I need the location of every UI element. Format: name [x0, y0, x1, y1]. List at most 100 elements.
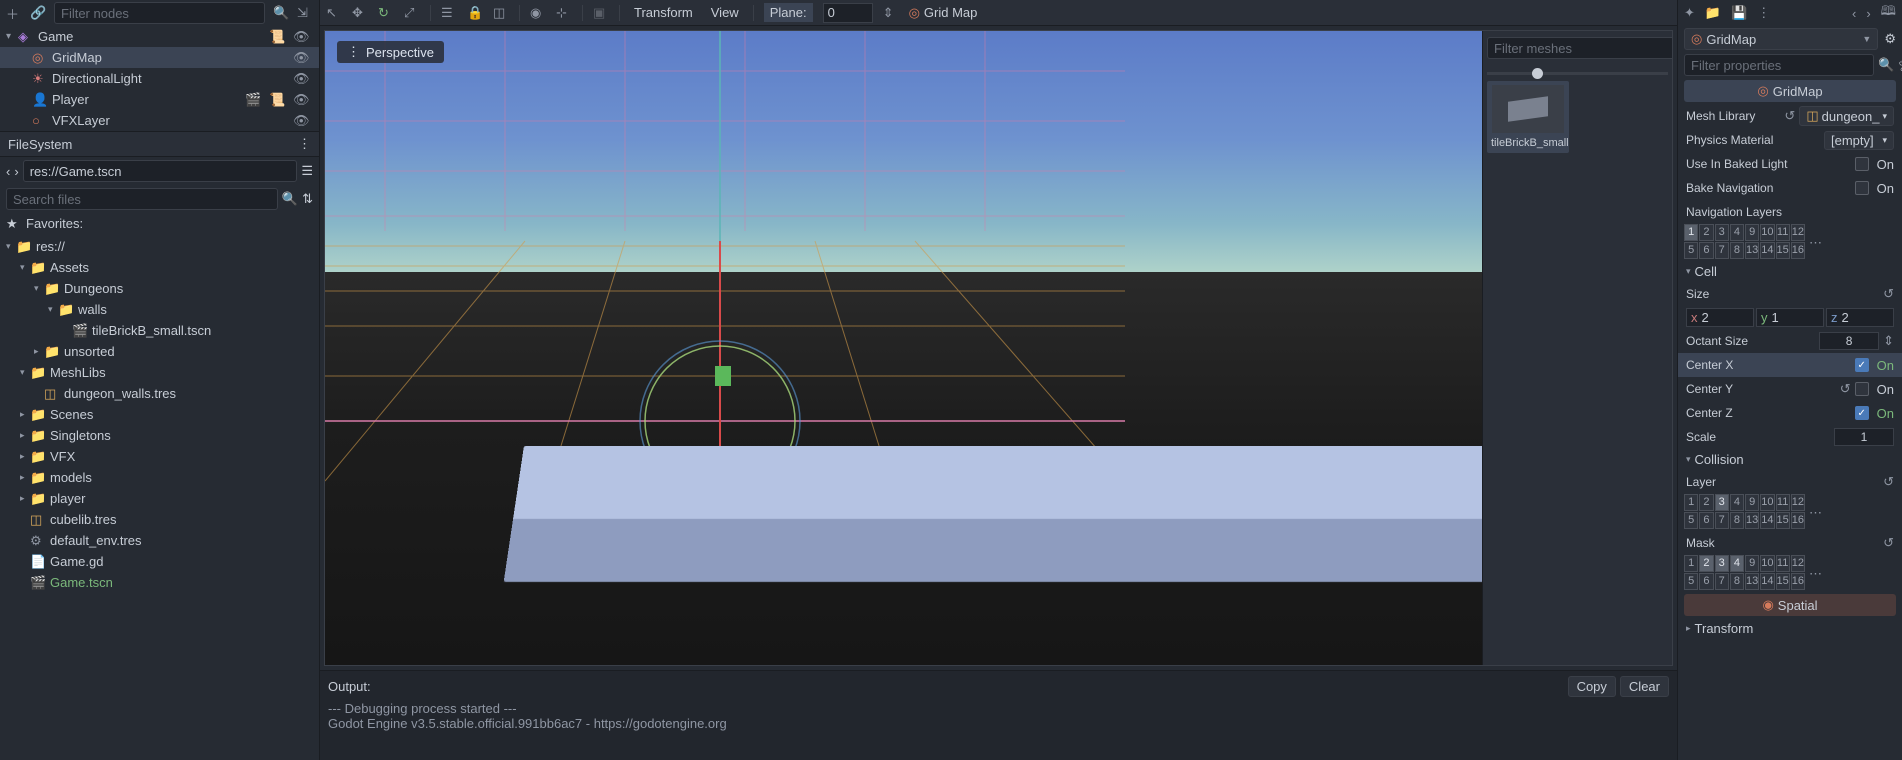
filesystem-path-input[interactable]	[23, 160, 298, 182]
layer-cell-3[interactable]: 3	[1715, 494, 1729, 511]
eye-icon[interactable]: 👁	[293, 92, 309, 108]
reset-icon[interactable]: ↺	[1784, 108, 1795, 124]
property-filter-input[interactable]	[1684, 54, 1874, 76]
layer-cell-6[interactable]: 6	[1699, 242, 1713, 259]
reset-icon[interactable]: ↺	[1883, 474, 1894, 490]
layer-cell-13[interactable]: 13	[1745, 512, 1759, 529]
rotate-tool-icon[interactable]: ↻	[378, 5, 394, 21]
camera-icon[interactable]: ▣	[593, 5, 609, 21]
nav-fwd-icon[interactable]: ›	[14, 164, 18, 179]
list-select-icon[interactable]: ☰	[441, 5, 457, 21]
layer-cell-9[interactable]: 9	[1745, 555, 1759, 572]
link-icon[interactable]: 🔗	[30, 5, 46, 21]
stepper-icon[interactable]: ⇕	[1883, 333, 1894, 349]
layer-cell-1[interactable]: 1	[1684, 224, 1698, 241]
search-icon[interactable]: 🔍	[273, 5, 289, 21]
size-y-input[interactable]: y1	[1756, 308, 1824, 327]
fs-item[interactable]: ⚙ default_env.tres	[0, 530, 319, 551]
fs-item[interactable]: ◫ cubelib.tres	[0, 509, 319, 530]
layer-cell-8[interactable]: 8	[1730, 512, 1744, 529]
scale-tool-icon[interactable]: ⤢	[404, 5, 420, 21]
fs-item[interactable]: ▸ 📁 Scenes	[0, 404, 319, 425]
layer-cell-13[interactable]: 13	[1745, 573, 1759, 590]
object-dropdown[interactable]: ◎ GridMap ▼	[1684, 28, 1878, 50]
reset-icon[interactable]: ↺	[1883, 286, 1894, 302]
fs-item[interactable]: ▸ 📁 VFX	[0, 446, 319, 467]
scene-node-vfxlayer[interactable]: ○ VFXLayer 👁	[0, 110, 319, 131]
layer-cell-16[interactable]: 16	[1791, 242, 1805, 259]
view-menu[interactable]: View	[707, 3, 743, 22]
layer-cell-12[interactable]: 12	[1791, 494, 1805, 511]
snap-icon[interactable]: ◉	[530, 5, 546, 21]
add-node-icon[interactable]: ＋	[6, 4, 22, 23]
layer-cell-6[interactable]: 6	[1699, 512, 1713, 529]
layer-cell-14[interactable]: 14	[1760, 512, 1774, 529]
fs-item[interactable]: ▾ 📁 Assets	[0, 257, 319, 278]
layer-cell-3[interactable]: 3	[1715, 555, 1729, 572]
sort-icon[interactable]: ⇅	[302, 191, 313, 207]
center-z-checkbox[interactable]: ✓	[1855, 406, 1869, 420]
layer-cell-2[interactable]: 2	[1699, 555, 1713, 572]
collision-layer-grid[interactable]: 12349101112567813141516	[1678, 494, 1805, 531]
load-resource-icon[interactable]: 📁	[1705, 5, 1721, 21]
mesh-item[interactable]: tileBrickB_small	[1487, 81, 1569, 153]
eye-icon[interactable]: 👁	[293, 29, 309, 45]
mesh-filter-input[interactable]	[1487, 37, 1673, 59]
lock-icon[interactable]: 🔒	[467, 5, 483, 21]
fs-item[interactable]: ▸ 📁 models	[0, 467, 319, 488]
scene-node-gridmap[interactable]: ◎ GridMap 👁	[0, 47, 319, 68]
save-resource-icon[interactable]: 💾	[1731, 5, 1747, 21]
layer-cell-8[interactable]: 8	[1730, 573, 1744, 590]
move-tool-icon[interactable]: ✥	[352, 5, 368, 21]
layer-cell-15[interactable]: 15	[1776, 242, 1790, 259]
plane-input[interactable]	[823, 3, 873, 23]
resource-menu-icon[interactable]: ⋮	[1757, 5, 1770, 21]
fs-item[interactable]: ▾ 📁 Dungeons	[0, 278, 319, 299]
history-fwd-icon[interactable]: ›	[1866, 6, 1870, 21]
transform-menu[interactable]: Transform	[630, 3, 697, 22]
scene-node-player[interactable]: 👤 Player 🎬📜👁	[0, 89, 319, 110]
fs-item[interactable]: ▸ 📁 player	[0, 488, 319, 509]
fs-item[interactable]: ▾ 📁 res://	[0, 236, 319, 257]
select-tool-icon[interactable]: ↖	[326, 5, 342, 21]
manage-props-icon[interactable]: ⚙	[1884, 31, 1896, 47]
scale-input[interactable]: 1	[1834, 428, 1894, 446]
group-icon[interactable]: ◫	[493, 5, 509, 21]
history-menu-icon[interactable]: 🕮	[1881, 2, 1896, 24]
bake-nav-checkbox[interactable]	[1855, 181, 1869, 195]
layer-cell-6[interactable]: 6	[1699, 573, 1713, 590]
reset-icon[interactable]: ↺	[1883, 535, 1894, 551]
fs-item[interactable]: 🎬 Game.tscn	[0, 572, 319, 593]
nav-layers-grid[interactable]: 12349101112567813141516	[1678, 224, 1805, 261]
layer-cell-4[interactable]: 4	[1730, 494, 1744, 511]
copy-button[interactable]: Copy	[1568, 676, 1616, 697]
layer-cell-15[interactable]: 15	[1776, 512, 1790, 529]
perspective-badge[interactable]: ⋮ Perspective	[337, 41, 444, 63]
size-z-input[interactable]: z2	[1826, 308, 1894, 327]
scene-filter-input[interactable]	[54, 2, 265, 24]
layer-cell-13[interactable]: 13	[1745, 242, 1759, 259]
clear-button[interactable]: Clear	[1620, 676, 1669, 697]
class-header-spatial[interactable]: ◉ Spatial	[1684, 594, 1896, 616]
script-icon[interactable]: 📜	[269, 92, 285, 108]
layer-cell-10[interactable]: 10	[1760, 224, 1774, 241]
local-icon[interactable]: ⊹	[556, 5, 572, 21]
class-header-gridmap[interactable]: ◎ GridMap	[1684, 80, 1896, 102]
layer-cell-1[interactable]: 1	[1684, 494, 1698, 511]
filesystem-menu-icon[interactable]: ⋮	[298, 136, 311, 152]
layer-cell-9[interactable]: 9	[1745, 494, 1759, 511]
nav-back-icon[interactable]: ‹	[6, 164, 10, 179]
layer-cell-8[interactable]: 8	[1730, 242, 1744, 259]
layer-cell-5[interactable]: 5	[1684, 242, 1698, 259]
scene-node-game[interactable]: ▾ ◈ Game 📜👁	[0, 26, 319, 47]
search-icon[interactable]: 🔍	[1878, 57, 1894, 73]
transform-section[interactable]: ▸Transform	[1678, 618, 1902, 639]
fs-item[interactable]: ◫ dungeon_walls.tres	[0, 383, 319, 404]
layer-cell-1[interactable]: 1	[1684, 555, 1698, 572]
layer-cell-7[interactable]: 7	[1715, 242, 1729, 259]
layers-expand-icon[interactable]: ⋯	[1807, 235, 1824, 251]
layer-cell-3[interactable]: 3	[1715, 224, 1729, 241]
layer-cell-5[interactable]: 5	[1684, 573, 1698, 590]
layer-cell-10[interactable]: 10	[1760, 555, 1774, 572]
mesh-zoom-slider[interactable]	[1487, 65, 1668, 81]
